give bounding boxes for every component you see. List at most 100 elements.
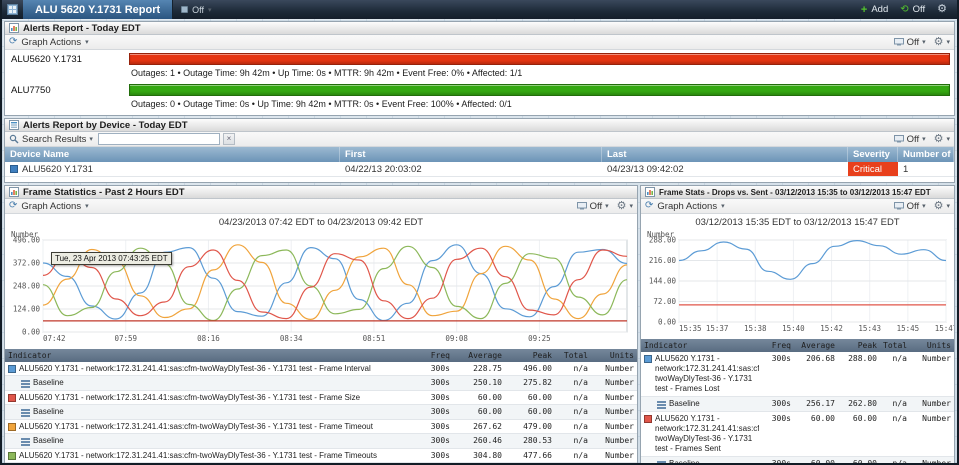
indicator-row[interactable]: Baseline 300s 250.10 275.82 n/a Number <box>5 376 637 391</box>
indicator-label: ALU5620 Y.1731 - network:172.31.241.41:s… <box>655 354 759 393</box>
indicator-label: ALU5620 Y.1731 - network:172.31.241.41:s… <box>19 364 371 373</box>
global-off-button[interactable]: ⟲ Off <box>900 4 925 15</box>
indicator-row[interactable]: Baseline 300s 60.00 60.00 n/a Number <box>5 405 637 420</box>
indicator-row[interactable]: ALU5620 Y.1731 - network:172.31.241.41:s… <box>5 449 637 463</box>
units-cell: Number <box>605 451 634 460</box>
peak-cell: 60.00 <box>852 414 877 423</box>
global-off-label: Off <box>912 4 926 15</box>
indicator-row[interactable]: ALU5620 Y.1731 - network:172.31.241.41:s… <box>641 412 954 457</box>
average-cell: 206.68 <box>806 354 835 363</box>
freq-cell: 300s <box>430 451 450 460</box>
actions-icon: ⟳ <box>645 200 654 211</box>
svg-text:496.00: 496.00 <box>13 236 41 245</box>
toolbar-right: Off ▾ ⚙ ▾ <box>893 36 950 48</box>
column-header[interactable]: Number of Alerts <box>898 147 954 162</box>
svg-text:08:34: 08:34 <box>280 334 303 343</box>
indicator-row[interactable]: Baseline 300s 260.46 280.53 n/a Number <box>5 434 637 449</box>
panel-title: Frame Stats - Drops vs. Sent - 03/12/201… <box>659 187 931 197</box>
indicator-cell: Baseline <box>5 405 417 419</box>
indicator-cell: ALU5620 Y.1731 - network:172.31.241.41:s… <box>641 352 762 396</box>
column-header[interactable]: Device Name <box>5 147 340 162</box>
column-header[interactable]: Freq <box>762 339 794 352</box>
indicator-cell: ALU5620 Y.1731 - network:172.31.241.41:s… <box>5 420 417 433</box>
freq-cell: 300s <box>771 354 791 363</box>
panel-settings-menu[interactable]: ⚙ ▾ <box>933 132 950 145</box>
column-header[interactable]: Units <box>591 349 637 362</box>
series-swatch <box>8 365 16 373</box>
availability-bar[interactable] <box>129 53 950 65</box>
frame-stats-chart[interactable]: Number07:42 07:59 08:16 08:34 08:51 09:08 09:2… <box>7 228 635 344</box>
device-table-body: ALU5620 Y.1731 04/22/13 20:03:02 04/23/1… <box>5 162 954 177</box>
baseline-icon <box>657 460 666 463</box>
indicator-row[interactable]: ALU5620 Y.1731 - network:172.31.241.41:s… <box>5 420 637 434</box>
column-header[interactable]: Average <box>794 339 838 352</box>
severity-badge: Critical <box>848 162 898 176</box>
svg-text:124.00: 124.00 <box>13 305 41 314</box>
settings-button[interactable]: ⚙ <box>937 4 947 15</box>
series-swatch <box>8 423 16 431</box>
gear-icon: ⚙ <box>933 132 944 145</box>
column-header[interactable]: Last <box>602 147 848 162</box>
column-header[interactable]: Indicator <box>641 339 762 352</box>
svg-text:09:08: 09:08 <box>445 334 468 343</box>
top-bar: ALU 5620 Y.1731 Report Off ▾ + Add ⟲ Off… <box>2 0 957 19</box>
export-off-menu[interactable]: Off ▾ <box>893 133 926 145</box>
gear-icon: ⚙ <box>937 3 947 15</box>
table-row[interactable]: ALU5620 Y.1731 04/22/13 20:03:02 04/23/1… <box>5 162 954 177</box>
column-header[interactable]: Units <box>910 339 954 352</box>
column-header[interactable]: Average <box>453 349 505 362</box>
indicator-row[interactable]: Baseline 300s 256.17 262.80 n/a Number <box>641 397 954 412</box>
chevron-down-icon: ▾ <box>946 39 950 46</box>
export-off-label: Off <box>906 200 920 212</box>
indicator-label: Baseline <box>669 459 700 465</box>
units-cell: Number <box>605 393 634 402</box>
panel-header: Alerts Report - Today EDT <box>5 22 954 35</box>
column-header[interactable]: Peak <box>505 349 555 362</box>
graph-actions-menu[interactable]: ⟳ Graph Actions ▾ <box>9 37 89 48</box>
panel-settings-menu[interactable]: ⚙ ▾ <box>934 36 950 48</box>
clear-search-button[interactable]: × <box>222 133 235 145</box>
svg-text:248.00: 248.00 <box>13 282 41 291</box>
indicator-cell: ALU5620 Y.1731 - network:172.31.241.41:s… <box>5 449 417 462</box>
export-off-label: Off <box>906 133 920 145</box>
indicator-row[interactable]: ALU5620 Y.1731 - network:172.31.241.41:s… <box>641 352 954 397</box>
indicator-row[interactable]: Baseline 300s 60.00 60.00 n/a Number <box>641 457 954 465</box>
indicator-label: ALU5620 Y.1731 - network:172.31.241.41:s… <box>19 422 373 431</box>
availability-bar[interactable] <box>129 84 950 96</box>
indicator-row[interactable]: ALU5620 Y.1731 - network:172.31.241.41:s… <box>5 391 637 405</box>
column-header[interactable]: Indicator <box>5 349 417 362</box>
panel-settings-menu[interactable]: ⚙ ▾ <box>617 200 633 212</box>
device-icon <box>10 164 18 173</box>
panel-settings-menu[interactable]: ⚙ ▾ <box>934 200 950 212</box>
indicator-label: ALU5620 Y.1731 - network:172.31.241.41:s… <box>19 393 361 402</box>
peak-cell: 280.53 <box>523 436 552 445</box>
svg-text:72.00: 72.00 <box>653 297 676 306</box>
freq-cell: 300s <box>771 399 791 408</box>
column-header[interactable]: Severity <box>848 147 898 162</box>
export-off-menu[interactable]: Off ▾ <box>893 37 926 48</box>
average-cell: 60.00 <box>477 407 502 416</box>
chevron-down-icon: ▾ <box>922 39 926 46</box>
svg-text:09:25: 09:25 <box>528 334 551 343</box>
average-cell: 60.00 <box>810 414 835 423</box>
graph-actions-menu[interactable]: ⟳ Graph Actions ▾ <box>645 201 725 212</box>
search-results-menu[interactable]: Search Results ▾ <box>9 134 93 145</box>
indicator-row[interactable]: ALU5620 Y.1731 - network:172.31.241.41:s… <box>5 362 637 376</box>
column-header[interactable]: Total <box>555 349 591 362</box>
graph-actions-menu[interactable]: ⟳ Graph Actions ▾ <box>9 201 89 212</box>
indicator-label: Baseline <box>669 399 700 408</box>
export-off-menu[interactable]: Off ▾ <box>576 201 609 212</box>
column-header[interactable]: Peak <box>838 339 880 352</box>
panel-toolbar: ⟳ Graph Actions ▾ Off ▾ ⚙ ▾ <box>641 199 954 214</box>
svg-text:15:43: 15:43 <box>858 324 881 333</box>
report-off-toggle[interactable]: Off ▾ <box>173 0 219 19</box>
report-off-label: Off <box>192 4 204 15</box>
column-header[interactable]: Freq <box>417 349 453 362</box>
column-header[interactable]: Total <box>880 339 910 352</box>
frame-drops-chart[interactable]: Number15:35 15:37 15:38 15:40 15:42 15:43 15:4… <box>643 228 954 334</box>
search-input[interactable] <box>97 133 220 145</box>
export-off-menu[interactable]: Off ▾ <box>893 200 926 212</box>
column-header[interactable]: First <box>340 147 602 162</box>
graph-actions-label: Graph Actions <box>21 36 82 48</box>
add-button[interactable]: + Add <box>861 4 888 16</box>
